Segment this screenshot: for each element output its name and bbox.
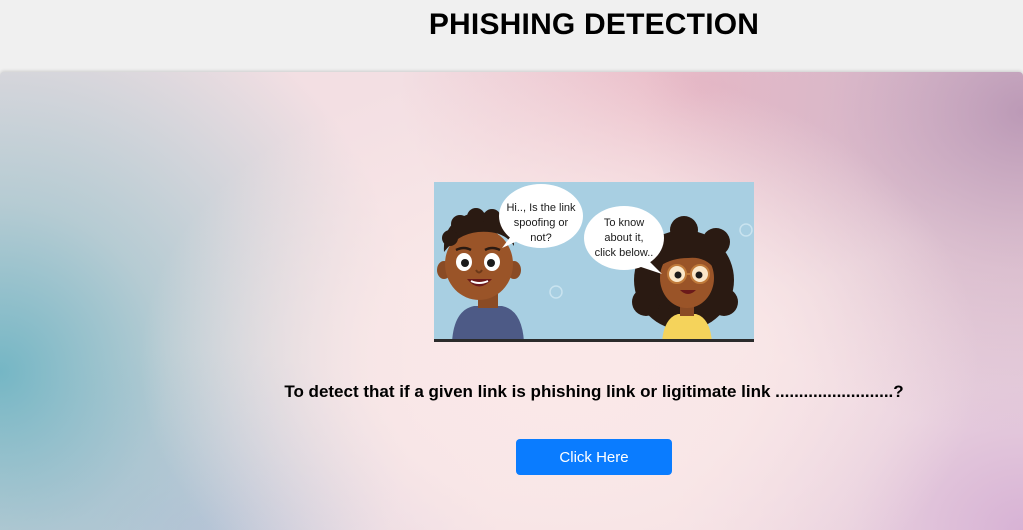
boy-bubble-line-1: Hi.., Is the link <box>506 202 576 214</box>
click-here-button[interactable]: Click Here <box>516 439 672 475</box>
girl-bubble-line-3: click below.. <box>595 247 654 259</box>
illustration-bottom-border <box>434 339 754 342</box>
boy-speech-bubble: Hi.., Is the link spoofing or not? <box>499 184 583 248</box>
boy-bubble-line-3: not? <box>530 232 551 244</box>
detection-prompt: To detect that if a given link is phishi… <box>284 382 904 401</box>
girl-bubble-line-2: about it, <box>604 232 643 244</box>
girl-bubble-line-1: To know <box>604 217 644 229</box>
cartoon-illustration: Hi.., Is the link spoofing or not? To kn… <box>434 182 754 342</box>
page-title: PHISHING DETECTION <box>428 8 760 41</box>
main-panel: Hi.., Is the link spoofing or not? To kn… <box>0 72 1023 530</box>
boy-bubble-line-2: spoofing or <box>514 217 569 229</box>
page-header: PHISHING DETECTION <box>0 0 1023 72</box>
